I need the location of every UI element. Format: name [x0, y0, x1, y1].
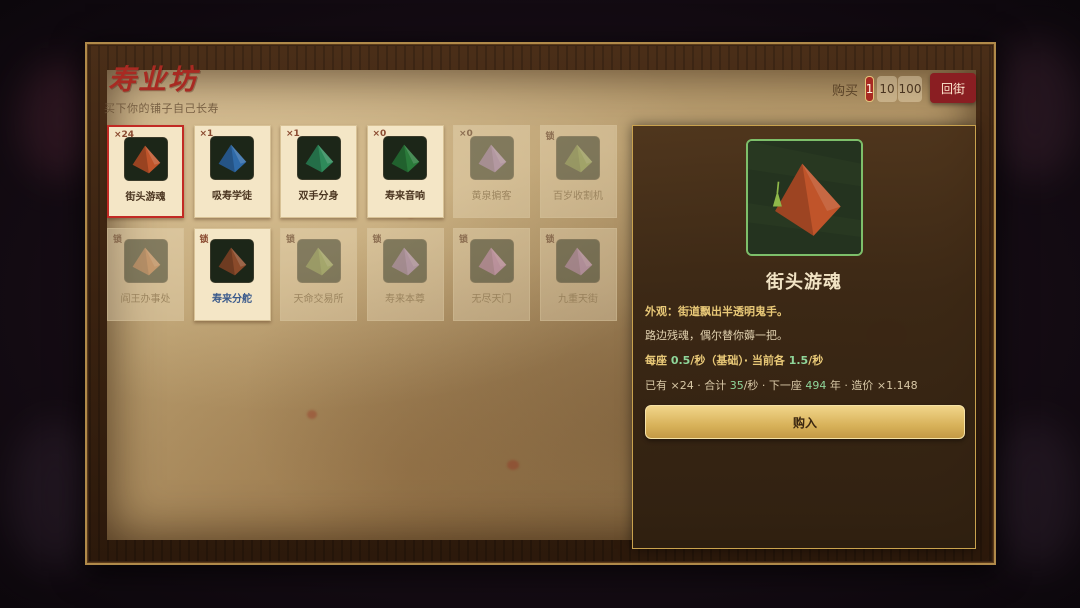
cloth-icon: [469, 239, 514, 283]
cloth-icon: [210, 136, 254, 180]
cloth-icon: [296, 239, 341, 283]
quantity-option-1[interactable]: 1: [865, 76, 874, 102]
building-card[interactable]: 锁寿来本尊: [366, 228, 444, 321]
cloth-icon: [296, 136, 341, 180]
rate-suffix: /秒: [808, 354, 824, 367]
cloth-icon: [383, 239, 427, 283]
building-card[interactable]: ×0 黄泉掮客: [453, 125, 530, 218]
cloth-icon: [556, 239, 600, 283]
cloth-icon: [123, 137, 168, 181]
detail-appearance: 外观：街道飘出半透明鬼手。: [645, 305, 788, 318]
building-card[interactable]: ×0 寿来音响: [366, 125, 444, 218]
quantity-option-10[interactable]: 10: [877, 76, 897, 102]
card-name: 街头游魂: [125, 192, 166, 203]
card-count-badge: 锁: [459, 235, 469, 245]
building-card[interactable]: 锁百岁收割机: [539, 125, 617, 218]
cloth-icon: [469, 136, 514, 180]
rate-mid-text: /秒（基础）· 当前各: [690, 354, 789, 367]
card-name: 寿来分舵: [212, 294, 252, 305]
building-card[interactable]: ×24 街头游魂: [107, 125, 184, 218]
card-count-badge: 锁: [545, 132, 555, 142]
detail-flavor-text: 路边残魂，偶尔替你薅一把。: [645, 329, 788, 342]
cloth-icon: [210, 239, 254, 283]
page-title: 寿业坊: [108, 63, 199, 96]
stats-total-value: 35: [729, 379, 744, 392]
stats-suffix: 年 · 造价 ×1.148: [826, 379, 918, 392]
card-count-badge: 锁: [286, 235, 296, 245]
building-card[interactable]: 锁寿来分舵: [193, 228, 271, 321]
card-name: 双手分身: [298, 191, 339, 202]
rate-current-value: 1.5: [788, 354, 809, 367]
building-card[interactable]: 锁天命交易所: [280, 228, 357, 321]
rate-prefix: 每座: [645, 354, 671, 367]
card-name: 黄泉掮客: [471, 191, 512, 202]
detail-stats: 已有 ×24 · 合计 35/秒 · 下一座 494 年 · 造价 ×1.148: [645, 377, 918, 393]
detail-rate: 每座 0.5/秒（基础）· 当前各 1.5/秒: [645, 352, 823, 368]
detail-title: 街头游魂: [766, 272, 842, 293]
card-name: 吸寿学徒: [212, 191, 252, 202]
card-name: 天命交易所: [293, 294, 344, 305]
card-name: 阎王办事处: [120, 294, 171, 305]
cloth-icon: [383, 136, 427, 180]
detail-image: [746, 139, 863, 256]
stats-mid-text: /秒 · 下一座: [743, 379, 806, 392]
card-count-badge: 锁: [545, 235, 555, 245]
background-glow: [990, 40, 1080, 180]
card-name: 无尽天门: [471, 294, 512, 305]
quantity-option-100[interactable]: 100: [898, 76, 922, 102]
stats-owned: 已有 ×24 · 合计: [645, 379, 730, 392]
page-subtitle: 买下你的铺子自己长寿: [104, 102, 219, 115]
building-card[interactable]: 锁无尽天门: [453, 228, 530, 321]
buy-button[interactable]: 购入: [645, 405, 965, 439]
purchase-quantity-label: 购买: [832, 84, 859, 99]
stats-next-value: 494: [805, 379, 827, 392]
rate-base-value: 0.5: [670, 354, 691, 367]
cloth-icon: [556, 136, 600, 180]
card-name: 百岁收割机: [553, 191, 603, 202]
card-count-badge: 锁: [199, 235, 209, 245]
card-name: 寿来本尊: [385, 294, 425, 305]
cloth-icon: [123, 239, 168, 283]
card-count-badge: 锁: [372, 235, 382, 245]
building-card[interactable]: 锁九重天街: [539, 228, 617, 321]
detail-panel: 街头游魂 外观：街道飘出半透明鬼手。 路边残魂，偶尔替你薅一把。 每座 0.5/…: [632, 125, 976, 549]
card-name: 九重天街: [558, 294, 598, 305]
card-name: 寿来音响: [385, 191, 425, 202]
back-to-street-button[interactable]: 回街: [930, 73, 976, 103]
building-card[interactable]: 锁阎王办事处: [107, 228, 184, 321]
building-card[interactable]: ×1 吸寿学徒: [193, 125, 271, 218]
cloth-icon: [748, 141, 861, 254]
building-card[interactable]: ×1 双手分身: [280, 125, 357, 218]
background-glow: [990, 420, 1080, 570]
card-count-badge: 锁: [113, 235, 123, 245]
